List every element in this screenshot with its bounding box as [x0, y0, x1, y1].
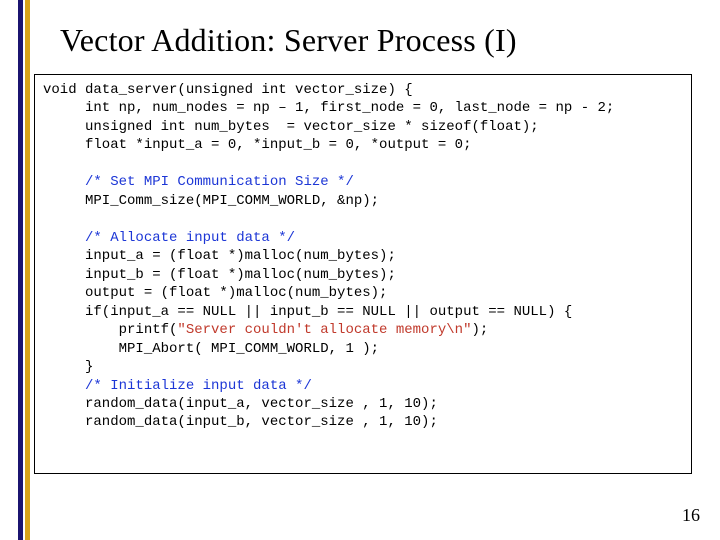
- code-line: if(input_a == NULL || input_b == NULL ||…: [43, 304, 572, 320]
- code-line: input_b = (float *)malloc(num_bytes);: [43, 267, 396, 283]
- code-line: float *input_a = 0, *input_b = 0, *outpu…: [43, 137, 471, 153]
- code-line: );: [471, 322, 488, 338]
- code-line: output = (float *)malloc(num_bytes);: [43, 285, 387, 301]
- code-line: random_data(input_a, vector_size , 1, 10…: [43, 396, 438, 412]
- code-box: void data_server(unsigned int vector_siz…: [34, 74, 692, 474]
- code-comment: /* Set MPI Communication Size */: [43, 174, 354, 190]
- code-line: unsigned int num_bytes = vector_size * s…: [43, 119, 539, 135]
- code-line: input_a = (float *)malloc(num_bytes);: [43, 248, 396, 264]
- code-line: printf(: [43, 322, 177, 338]
- code-line: random_data(input_b, vector_size , 1, 10…: [43, 414, 438, 430]
- accent-bars: [18, 0, 30, 540]
- code-comment: /* Initialize input data */: [43, 378, 312, 394]
- code-line: }: [43, 359, 93, 375]
- accent-bar-blue: [18, 0, 23, 540]
- code-line: void data_server(unsigned int vector_siz…: [43, 82, 413, 98]
- accent-bar-gold: [25, 0, 30, 540]
- code-line: MPI_Abort( MPI_COMM_WORLD, 1 );: [43, 341, 379, 357]
- code-line: MPI_Comm_size(MPI_COMM_WORLD, &np);: [43, 193, 379, 209]
- code-line: int np, num_nodes = np – 1, first_node =…: [43, 100, 614, 116]
- code-string: "Server couldn't allocate memory\n": [177, 322, 471, 338]
- slide: Vector Addition: Server Process (I) void…: [0, 0, 720, 540]
- page-number: 16: [682, 505, 700, 526]
- slide-title: Vector Addition: Server Process (I): [60, 22, 517, 59]
- code-comment: /* Allocate input data */: [43, 230, 295, 246]
